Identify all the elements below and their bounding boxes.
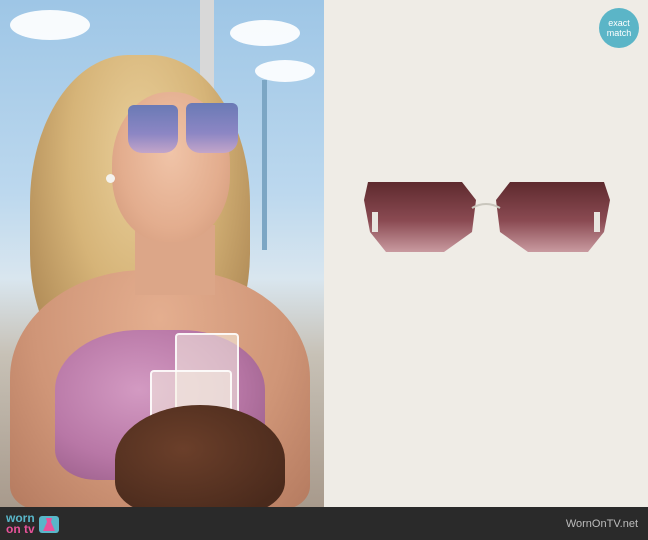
sunglasses-lens-left (128, 105, 178, 153)
sunglasses-lens-right (186, 103, 238, 153)
pearl-earring (106, 174, 115, 183)
sunglasses-product-image (364, 182, 610, 252)
product-hinge-right (594, 212, 600, 232)
cloud (10, 10, 90, 40)
hand (115, 405, 285, 507)
site-name[interactable]: WornOnTV.net (566, 518, 638, 530)
worn-on-tv-logo[interactable]: worn on tv (6, 512, 60, 536)
footer-bar: worn on tv WornOnTV.net (0, 507, 648, 540)
crane (262, 80, 267, 250)
cloud (255, 60, 315, 82)
product-lens-right (496, 182, 610, 252)
product-bridge (471, 203, 501, 209)
logo-word-ontv: on tv (6, 521, 35, 536)
product-hinge-left (372, 212, 378, 232)
product-lens-left (364, 182, 476, 252)
exact-match-badge: exact match (599, 8, 639, 48)
dress-icon (38, 515, 59, 533)
product-panel (324, 0, 648, 507)
episode-photo (0, 0, 324, 507)
badge-line-1: exact (608, 18, 630, 28)
image-frame: exact match worn on tv WornOnTV.net (0, 0, 648, 540)
badge-line-2: match (606, 28, 632, 38)
cloud (230, 20, 300, 46)
